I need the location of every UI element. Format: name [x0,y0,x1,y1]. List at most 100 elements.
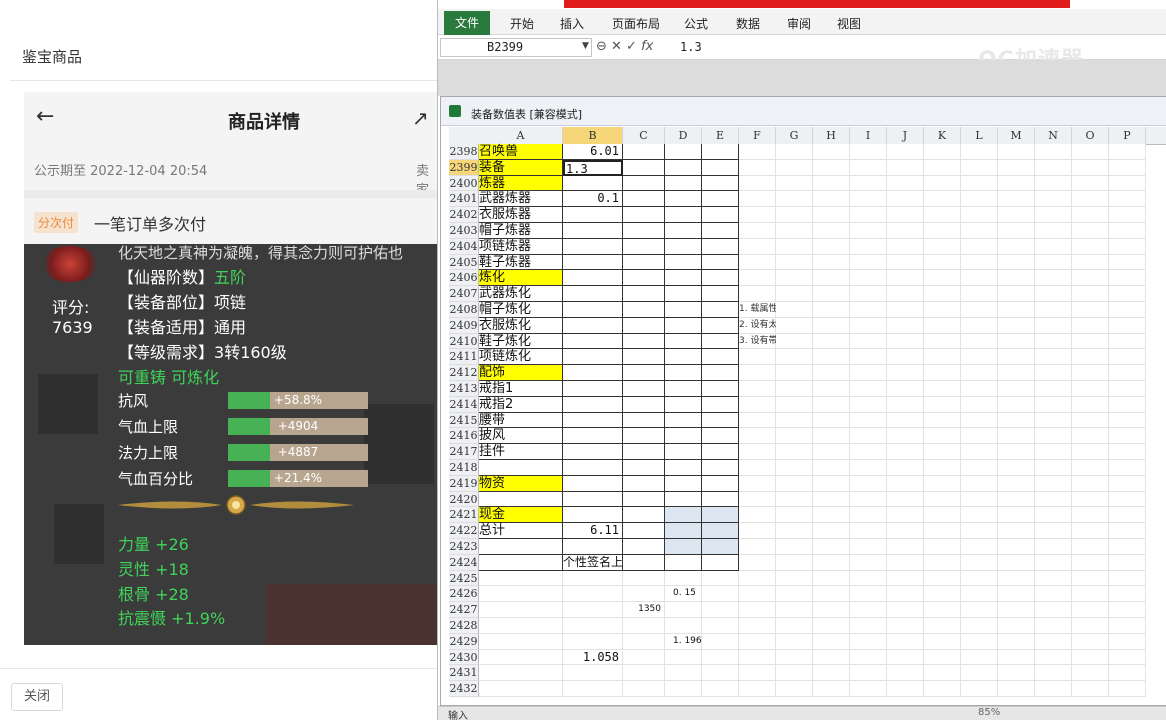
sheet-cell[interactable] [563,491,623,508]
sheet-cell[interactable] [998,144,1035,160]
sheet-cell[interactable] [1035,365,1072,381]
sheet-cell[interactable] [887,602,924,618]
sheet-cell[interactable] [739,286,776,302]
sheet-cell[interactable] [961,491,998,508]
sheet-cell[interactable] [1109,570,1146,587]
sheet-cell[interactable] [924,554,961,571]
sheet-cell[interactable] [776,238,813,255]
sheet-cell[interactable] [813,570,850,587]
sheet-cell[interactable] [665,491,702,508]
sheet-cell[interactable] [739,223,776,239]
sheet-cell[interactable] [850,507,887,524]
sheet-cell[interactable]: 武器炼器 [479,191,563,208]
sheet-cell[interactable] [961,475,998,492]
sheet-cell[interactable] [702,381,739,397]
sheet-cell[interactable] [623,649,665,666]
sheet-cell[interactable] [563,270,623,287]
sheet-cell[interactable] [813,507,850,524]
sheet-cell[interactable] [998,396,1035,413]
sheet-cell[interactable] [850,554,887,571]
column-header[interactable]: C [623,127,665,145]
sheet-cell[interactable] [563,223,623,239]
row-header[interactable]: 2430 [449,649,479,666]
sheet-cell[interactable] [1109,523,1146,539]
sheet-cell[interactable] [887,460,924,476]
sheet-cell[interactable] [776,618,813,634]
sheet-cell[interactable] [887,618,924,634]
sheet-cell[interactable] [813,223,850,239]
sheet-cell[interactable] [1035,428,1072,445]
sheet-cell[interactable] [776,681,813,697]
sheet-cell[interactable] [961,333,998,350]
sheet-cell[interactable] [1072,317,1109,334]
sheet-cell[interactable] [739,254,776,271]
sheet-cell[interactable] [665,523,702,539]
sheet-cell[interactable] [563,444,623,460]
sheet-cell[interactable] [776,349,813,366]
sheet-cell[interactable] [563,412,623,429]
sheet-cell[interactable] [1035,618,1072,634]
sheet-cell[interactable] [813,365,850,381]
sheet-cell[interactable] [702,333,739,350]
sheet-cell[interactable] [850,460,887,476]
sheet-cell[interactable] [702,586,739,603]
sheet-cell[interactable]: 项链炼化 [479,349,563,366]
sheet-cell[interactable] [924,444,961,460]
sheet-cell[interactable] [998,159,1035,176]
sheet-cell[interactable] [850,349,887,366]
sheet-cell[interactable] [665,191,702,208]
sheet-cell[interactable] [961,649,998,666]
sheet-cell[interactable]: 腰带 [479,412,563,429]
sheet-cell[interactable] [887,144,924,160]
sheet-cell[interactable] [1035,286,1072,302]
sheet-cell[interactable] [623,681,665,697]
sheet-cell[interactable] [623,302,665,318]
sheet-cell[interactable] [563,349,623,366]
sheet-cell[interactable] [563,460,623,476]
sheet-cell[interactable] [776,475,813,492]
column-header[interactable]: O [1072,127,1109,145]
sheet-cell[interactable] [850,491,887,508]
row-header[interactable]: 2403 [449,223,479,239]
sheet-cell[interactable] [776,554,813,571]
sheet-cell[interactable] [887,286,924,302]
sheet-cell[interactable] [1035,444,1072,460]
sheet-cell[interactable] [1035,144,1072,160]
sheet-cell[interactable] [1035,191,1072,208]
sheet-cell[interactable] [776,570,813,587]
sheet-cell[interactable] [1072,586,1109,603]
sheet-cell[interactable] [739,554,776,571]
formula-input[interactable]: 1.3 [680,40,702,54]
row-header[interactable]: 2409 [449,317,479,334]
sheet-cell[interactable] [702,665,739,682]
sheet-cell[interactable] [776,207,813,223]
sheet-cell[interactable] [998,602,1035,618]
sheet-cell[interactable] [739,444,776,460]
sheet-cell[interactable] [850,238,887,255]
sheet-cell[interactable] [998,270,1035,287]
tab-review[interactable]: 审阅 [787,15,811,32]
sheet-cell[interactable] [776,412,813,429]
sheet-cell[interactable] [623,665,665,682]
sheet-cell[interactable] [702,254,739,271]
sheet-cell[interactable] [887,539,924,555]
sheet-cell[interactable] [887,507,924,524]
sheet-cell[interactable] [776,649,813,666]
sheet-cell[interactable] [1035,475,1072,492]
sheet-cell[interactable] [1109,586,1146,603]
sheet-cell[interactable] [776,602,813,618]
sheet-cell[interactable] [924,223,961,239]
sheet-cell[interactable] [702,191,739,208]
sheet-cell[interactable] [1072,491,1109,508]
sheet-cell[interactable] [665,302,702,318]
sheet-cell[interactable] [739,602,776,618]
sheet-cell[interactable] [479,602,563,618]
sheet-cell[interactable] [813,286,850,302]
sheet-cell[interactable] [1072,507,1109,524]
sheet-cell[interactable] [924,681,961,697]
sheet-cell[interactable] [998,333,1035,350]
sheet-cell[interactable] [850,191,887,208]
sheet-cell[interactable] [563,175,623,192]
sheet-cell[interactable] [813,159,850,176]
sheet-cell[interactable] [665,144,702,160]
